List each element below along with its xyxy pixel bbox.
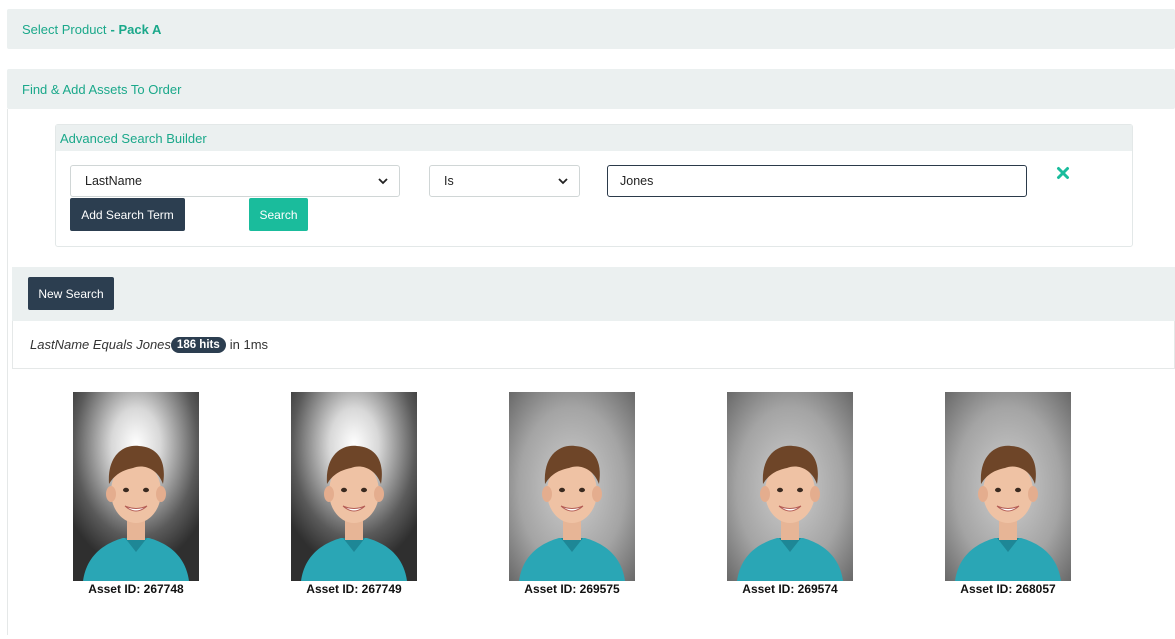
- selected-product-value: - Pack A: [110, 21, 162, 37]
- asset-thumbnail[interactable]: [291, 392, 417, 581]
- results-summary: LastName Equals Jones 186 hits in 1ms: [12, 321, 1175, 369]
- search-button[interactable]: Search: [249, 198, 308, 231]
- hits-badge: 186 hits: [170, 336, 226, 353]
- results-toolbar: [12, 267, 1175, 321]
- search-term-value: Jones: [620, 174, 654, 188]
- asset-id-caption: Asset ID: 267748: [88, 582, 184, 596]
- chevron-down-icon: [378, 178, 388, 185]
- find-assets-title: Find & Add Assets To Order: [22, 81, 182, 97]
- asset-thumbnail[interactable]: [945, 392, 1071, 581]
- query-text: LastName Equals Jones: [30, 337, 171, 352]
- asset-id-caption: Asset ID: 269574: [742, 582, 838, 596]
- find-assets-panel-header[interactable]: Find & Add Assets To Order: [7, 69, 1175, 109]
- select-product-panel[interactable]: Select Product - Pack A: [7, 9, 1175, 49]
- remove-term-icon[interactable]: [1056, 166, 1070, 180]
- field-select-value: LastName: [85, 174, 142, 188]
- field-select[interactable]: LastName: [70, 165, 400, 197]
- asset-id-caption: Asset ID: 267749: [306, 582, 402, 596]
- asset-card[interactable]: Asset ID: 268057: [935, 392, 1081, 596]
- asset-card[interactable]: Asset ID: 267749: [281, 392, 427, 596]
- asset-id-caption: Asset ID: 268057: [960, 582, 1056, 596]
- asset-id-caption: Asset ID: 269575: [524, 582, 620, 596]
- asset-card[interactable]: Asset ID: 269574: [717, 392, 863, 596]
- builder-title: Advanced Search Builder: [56, 125, 1132, 151]
- asset-card[interactable]: Asset ID: 269575: [499, 392, 645, 596]
- asset-card[interactable]: Asset ID: 267748: [63, 392, 209, 596]
- add-search-term-button[interactable]: Add Search Term: [70, 198, 185, 231]
- new-search-button[interactable]: New Search: [28, 277, 114, 310]
- operator-select-value: Is: [444, 174, 454, 188]
- select-product-label: Select Product: [22, 21, 107, 37]
- asset-thumbnail[interactable]: [509, 392, 635, 581]
- chevron-down-icon: [558, 178, 568, 185]
- timing-text: in 1ms: [229, 337, 269, 352]
- asset-thumbnail[interactable]: [727, 392, 853, 581]
- search-term-input[interactable]: Jones: [607, 165, 1027, 197]
- asset-thumbnail[interactable]: [73, 392, 199, 581]
- operator-select[interactable]: Is: [429, 165, 580, 197]
